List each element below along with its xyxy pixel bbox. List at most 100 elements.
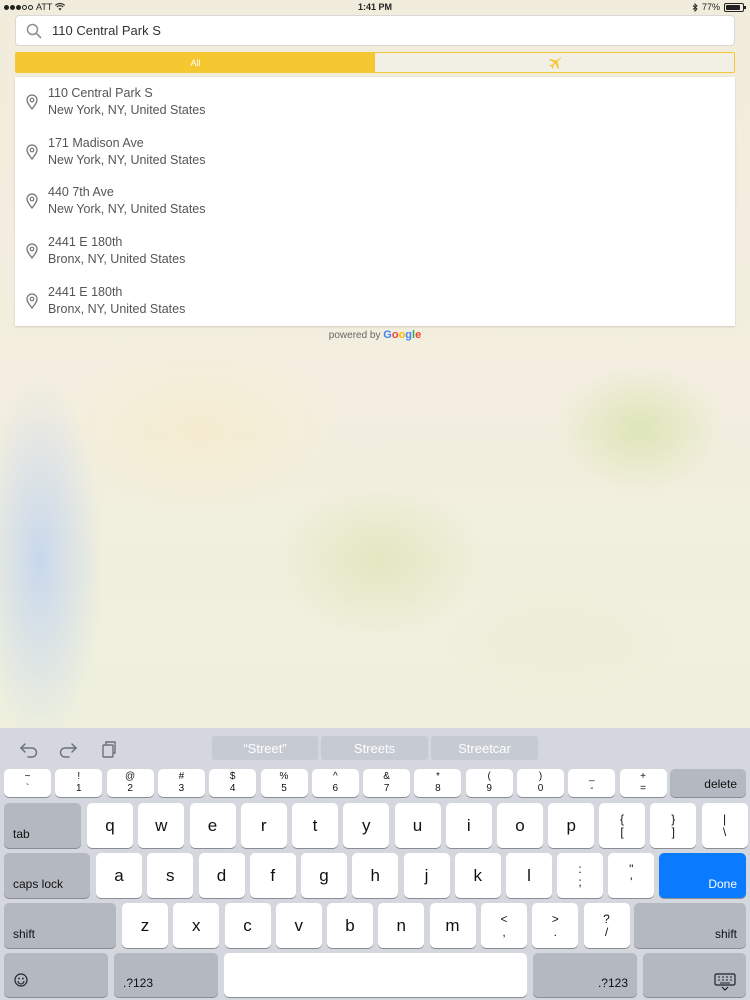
key-number[interactable]: (9 (465, 769, 513, 797)
numeric-key-left[interactable]: .?123 (114, 953, 218, 997)
suggestion-3[interactable]: Streetcar (431, 736, 538, 760)
key-e[interactable]: e (189, 803, 236, 848)
shift-label: shift (714, 927, 737, 941)
key-shift-char: } (671, 811, 676, 826)
key-char: i (466, 815, 471, 835)
result-street: 110 Central Park S (48, 85, 153, 100)
numeric-key-right[interactable]: .?123 (533, 953, 637, 997)
redo-icon[interactable] (58, 740, 78, 758)
key-g[interactable]: g (301, 853, 347, 898)
key-z[interactable]: z (122, 903, 168, 948)
key-symbol[interactable]: :; (557, 853, 603, 898)
key-shift-char: ) (538, 771, 543, 782)
key-number[interactable]: & 7 (363, 769, 411, 797)
key-h[interactable]: h (352, 853, 399, 898)
delete-key[interactable]: delete (670, 769, 746, 797)
suggestion-2[interactable]: Streets (321, 736, 428, 760)
key-number[interactable]: ^ 6 (311, 769, 359, 797)
result-item[interactable]: 2441 E 180th Bronx, NY, United States (15, 276, 735, 326)
key-char: 6 (332, 783, 339, 794)
key-c[interactable]: c (224, 903, 271, 948)
key-symbol[interactable]: | \ (701, 803, 748, 848)
google-logo: Google (383, 329, 421, 341)
key-number[interactable]: $4 (209, 769, 257, 797)
key-number[interactable]: * 8 (414, 769, 462, 797)
key-char: , (502, 924, 506, 939)
key-number[interactable]: + = (619, 769, 667, 797)
key-l[interactable]: l (506, 853, 552, 898)
key-number[interactable]: @2 (106, 769, 154, 797)
battery-icon (724, 2, 746, 12)
shift-key-left[interactable]: shift (4, 903, 116, 948)
key-number[interactable]: ! 1 (55, 769, 103, 797)
location-pin-icon (26, 144, 38, 160)
key-d[interactable]: d (198, 853, 245, 898)
key-u[interactable]: u (394, 803, 441, 848)
result-item[interactable]: 440 7th Ave New York, NY, United States (15, 177, 735, 227)
key-v[interactable]: v (275, 903, 322, 948)
key-a[interactable]: a (96, 853, 142, 898)
caps-lock-key[interactable]: caps lock (4, 853, 90, 898)
key-o[interactable]: o (497, 803, 543, 848)
segment-airports[interactable] (375, 53, 734, 72)
key-number[interactable]: % 5 (260, 769, 308, 797)
result-item[interactable]: 2441 E 180th Bronx, NY, United States (15, 226, 735, 276)
key-i[interactable]: i (445, 803, 492, 848)
key-q[interactable]: q (87, 803, 133, 848)
key-number[interactable]: ) 0 (517, 769, 564, 797)
key-shift-char: + (640, 771, 647, 782)
done-key[interactable]: Done (659, 853, 746, 898)
key-j[interactable]: j (403, 853, 450, 898)
key-p[interactable]: p (548, 803, 595, 848)
key-m[interactable]: m (429, 903, 476, 948)
key-s[interactable]: s (147, 853, 194, 898)
suggestion-1[interactable]: “Street” (212, 736, 318, 760)
key-char: e (207, 815, 218, 835)
key-symbol[interactable]: " ' (608, 853, 655, 898)
key-char: 7 (383, 783, 390, 794)
numeric-label: .?123 (597, 976, 628, 990)
location-pin-icon (26, 243, 38, 260)
key-k[interactable]: k (454, 853, 501, 898)
key-y[interactable]: y (343, 803, 390, 848)
key-t[interactable]: t (292, 803, 338, 848)
key-symbol[interactable]: }] (650, 803, 697, 848)
paste-icon[interactable] (98, 740, 118, 758)
airplane-icon (548, 56, 561, 69)
emoji-icon (14, 973, 28, 987)
segment-all[interactable]: All (16, 53, 375, 72)
key-r[interactable]: r (240, 803, 287, 848)
key-char: w (155, 815, 168, 835)
result-item[interactable]: 110 Central Park S New York, NY, United S… (15, 77, 735, 127)
key-number[interactable]: _ - (568, 769, 616, 797)
shift-label: shift (13, 927, 36, 941)
space-bar[interactable] (224, 953, 527, 997)
tab-key[interactable]: tab (4, 803, 81, 848)
key-char: p (566, 815, 576, 835)
result-street: 171 Madison Ave (48, 135, 144, 150)
key-b[interactable]: b (327, 903, 373, 948)
shift-key-right[interactable]: shift (634, 903, 746, 948)
segment-all-label: All (190, 57, 201, 68)
powered-by-label: powered by (328, 330, 381, 341)
undo-icon[interactable] (19, 740, 39, 758)
key-symbol[interactable]: ? / (583, 903, 630, 948)
caps-lock-label: caps lock (13, 877, 64, 891)
key-char: y (362, 815, 371, 835)
result-item[interactable]: 171 Madison Ave New York, NY, United Stat… (15, 127, 735, 177)
keyboard-dismiss-key[interactable] (643, 953, 746, 997)
key-symbol[interactable]: <, (481, 903, 527, 948)
emoji-key[interactable] (4, 953, 108, 997)
key-n[interactable]: n (378, 903, 425, 948)
result-locality: New York, NY, United States (48, 202, 206, 217)
key-f[interactable]: f (249, 853, 296, 898)
key-symbol[interactable]: >. (532, 903, 579, 948)
key-w[interactable]: w (138, 803, 185, 848)
key-char: 8 (435, 783, 441, 794)
key-x[interactable]: x (173, 903, 220, 948)
search-input[interactable] (52, 23, 712, 38)
key-number[interactable]: #3 (157, 769, 205, 797)
key-number[interactable]: ~ ` (4, 769, 51, 797)
key-symbol[interactable]: {[ (599, 803, 645, 848)
search-bar[interactable] (15, 15, 735, 46)
